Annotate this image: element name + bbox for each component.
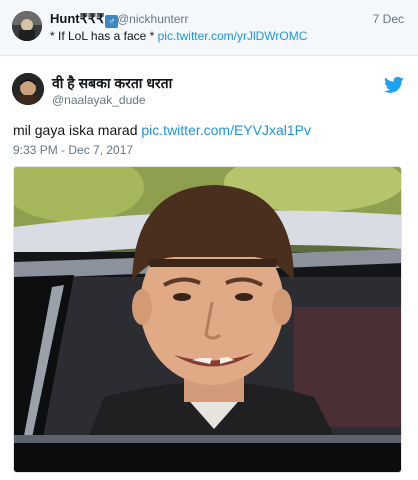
tweet-avatar[interactable]	[12, 73, 44, 105]
tweet-author-handle[interactable]: @naalayak_dude	[52, 93, 146, 107]
reply-date[interactable]: 7 Dec	[373, 12, 404, 26]
reply-media-link[interactable]: pic.twitter.com/yrJlDWrOMC	[158, 29, 308, 43]
reply-tweet[interactable]: Hunt₹₹₹ ♂ @nickhunterr 7 Dec * If LoL has…	[0, 0, 418, 56]
tweet-media-image[interactable]	[13, 166, 402, 473]
tweet-text: mil gaya iska marad pic.twitter.com/EYVJ…	[13, 122, 311, 138]
tweet-media-link[interactable]: pic.twitter.com/EYVJxal1Pv	[141, 122, 311, 138]
reply-text: * If LoL has a face * pic.twitter.com/yr…	[50, 29, 307, 43]
reply-author-handle[interactable]: @nickhunterr	[117, 12, 189, 26]
tweet-timestamp[interactable]: 9:33 PM - Dec 7, 2017	[13, 143, 133, 157]
tweet-text-body: mil gaya iska marad	[13, 122, 142, 138]
tweet-author-name[interactable]: वी है सबका करता धरता	[52, 74, 172, 93]
reply-text-body: * If LoL has a face *	[50, 29, 158, 43]
twitter-bird-icon[interactable]	[384, 76, 404, 94]
reply-avatar[interactable]	[12, 11, 42, 41]
reply-author-name-text: Hunt₹₹₹	[50, 11, 105, 26]
reply-author-name[interactable]: Hunt₹₹₹ ♂	[50, 11, 119, 28]
